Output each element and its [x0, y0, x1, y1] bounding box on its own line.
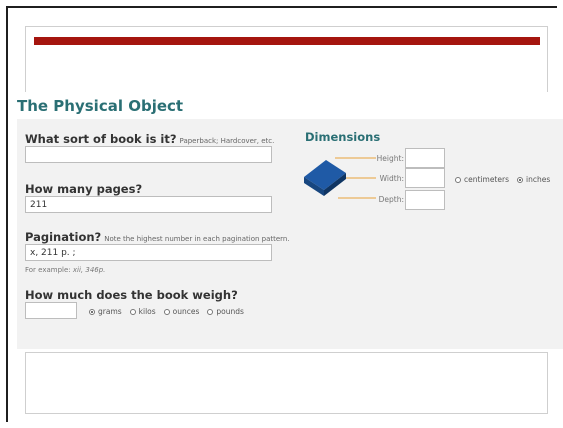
depth-input[interactable] — [405, 190, 445, 210]
dimension-unit-label: centimeters — [464, 175, 509, 184]
width-label: Width: — [379, 174, 404, 183]
depth-label: Depth: — [378, 195, 404, 204]
weight-label: How much does the book weigh? — [25, 288, 238, 302]
dimension-unit-centimeters[interactable]: centimeters — [455, 175, 509, 184]
pagination-label: Pagination? Note the highest number in ea… — [25, 230, 290, 244]
weight-unit-label: ounces — [172, 307, 200, 316]
radio-checked-icon — [89, 308, 95, 315]
pagination-label-text: Pagination? — [25, 230, 102, 244]
accent-bar — [34, 37, 540, 45]
physical-object-panel: What sort of book is it? Paperback; Hardc… — [17, 119, 563, 349]
height-label: Height: — [376, 154, 404, 163]
radio-icon — [129, 308, 136, 315]
radio-icon — [163, 308, 170, 315]
weight-unit-label: kilos — [138, 307, 156, 316]
dimension-unit-inches[interactable]: inches — [516, 175, 551, 184]
book-type-label: What sort of book is it? Paperback; Hardc… — [25, 132, 274, 146]
weight-unit-label: grams — [98, 307, 122, 316]
pagination-example-value: xii, 346p. — [72, 266, 106, 274]
weight-input[interactable] — [25, 302, 77, 319]
radio-checked-icon — [516, 176, 523, 183]
pages-input[interactable]: 211 — [25, 196, 272, 213]
weight-unit-ounces[interactable]: ounces — [163, 307, 200, 316]
pagination-example: For example: xii, 346p. — [25, 266, 105, 274]
weight-unit-label: pounds — [216, 307, 244, 316]
book-type-input[interactable] — [25, 146, 272, 163]
dimensions-title: Dimensions — [305, 130, 381, 144]
pagination-example-prefix: For example: — [25, 266, 73, 274]
weight-unit-pounds[interactable]: pounds — [207, 307, 244, 316]
section-title: The Physical Object — [17, 97, 184, 115]
height-input[interactable] — [405, 148, 445, 168]
book-type-hint: Paperback; Hardcover, etc. — [179, 137, 275, 145]
weight-unit-kilos[interactable]: kilos — [129, 307, 156, 316]
pagination-hint: Note the highest number in each paginati… — [104, 235, 290, 243]
top-card — [25, 26, 548, 92]
pages-label: How many pages? — [25, 182, 143, 196]
dimension-unit-label: inches — [525, 175, 551, 184]
radio-icon — [207, 308, 214, 315]
weight-unit-grams[interactable]: grams — [89, 307, 122, 316]
width-input[interactable] — [405, 168, 445, 188]
weight-units: grams kilos ounces pounds — [89, 307, 252, 316]
bottom-card — [25, 352, 548, 414]
dimension-units: centimeters inches — [455, 175, 558, 184]
radio-icon — [455, 176, 461, 183]
book-type-label-text: What sort of book is it? — [25, 132, 177, 146]
pagination-input[interactable]: x, 211 p. ; — [25, 244, 272, 261]
